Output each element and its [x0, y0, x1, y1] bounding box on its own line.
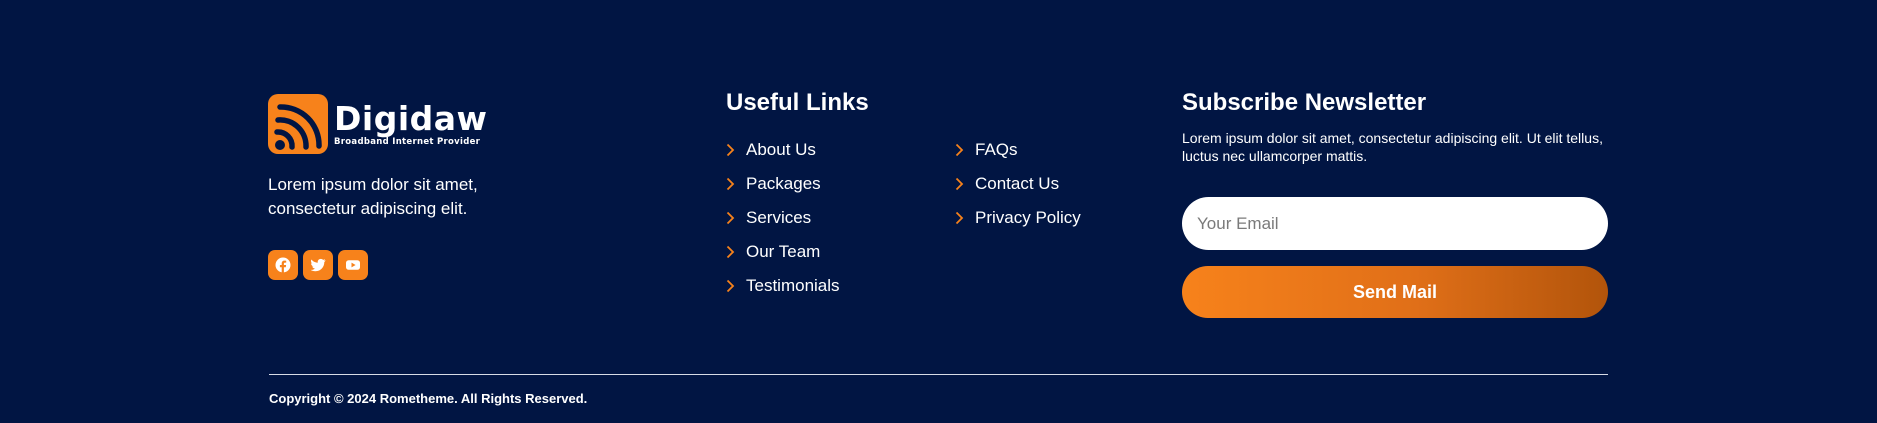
brand-tagline: Broadband Internet Provider [334, 136, 481, 147]
site-footer: Digidaw Broadband Internet Provider Lore… [0, 0, 1877, 423]
link-packages[interactable]: Packages [726, 167, 840, 201]
brand-column: Digidaw Broadband Internet Provider Lore… [268, 94, 568, 280]
link-services[interactable]: Services [726, 201, 840, 235]
chevron-right-icon [726, 211, 735, 225]
link-faqs[interactable]: FAQs [955, 133, 1081, 167]
chevron-right-icon [955, 177, 964, 191]
link-label: Testimonials [746, 276, 840, 295]
useful-links-list-b: FAQs Contact Us Privacy Policy [955, 133, 1081, 235]
useful-links-title: Useful Links [726, 89, 869, 116]
footer-divider [269, 374, 1608, 375]
useful-links-list-a: About Us Packages Services Our Team Test… [726, 133, 840, 303]
link-label: Packages [746, 174, 821, 193]
brand-name: Digidaw [334, 98, 488, 138]
social-links [268, 250, 568, 280]
twitter-button[interactable] [303, 250, 333, 280]
youtube-icon [346, 260, 360, 270]
twitter-icon [310, 258, 326, 272]
link-label: FAQs [975, 140, 1018, 159]
chevron-right-icon [955, 143, 964, 157]
link-about-us[interactable]: About Us [726, 133, 840, 167]
youtube-button[interactable] [338, 250, 368, 280]
wifi-signal-icon [268, 94, 328, 154]
chevron-right-icon [726, 279, 735, 293]
link-testimonials[interactable]: Testimonials [726, 269, 840, 303]
link-label: Contact Us [975, 174, 1060, 193]
facebook-icon [275, 257, 291, 273]
logo[interactable]: Digidaw Broadband Internet Provider [268, 94, 568, 154]
chevron-right-icon [726, 143, 735, 157]
link-our-team[interactable]: Our Team [726, 235, 840, 269]
link-privacy-policy[interactable]: Privacy Policy [955, 201, 1081, 235]
copyright-text: Copyright © 2024 Rometheme. All Rights R… [269, 391, 588, 406]
newsletter-description: Lorem ipsum dolor sit amet, consectetur … [1182, 130, 1603, 164]
brand-description: Lorem ipsum dolor sit amet, consectetur … [268, 175, 478, 218]
link-label: Services [746, 208, 812, 227]
facebook-button[interactable] [268, 250, 298, 280]
link-contact-us[interactable]: Contact Us [955, 167, 1081, 201]
chevron-right-icon [726, 245, 735, 259]
newsletter-title: Subscribe Newsletter [1182, 89, 1427, 116]
chevron-right-icon [955, 211, 964, 225]
email-input[interactable] [1182, 197, 1608, 250]
link-label: About Us [746, 140, 816, 159]
send-mail-button[interactable]: Send Mail [1182, 266, 1608, 318]
newsletter-section: Subscribe Newsletter Lorem ipsum dolor s… [1182, 89, 1608, 318]
link-label: Privacy Policy [975, 208, 1081, 227]
link-label: Our Team [746, 242, 821, 261]
chevron-right-icon [726, 177, 735, 191]
